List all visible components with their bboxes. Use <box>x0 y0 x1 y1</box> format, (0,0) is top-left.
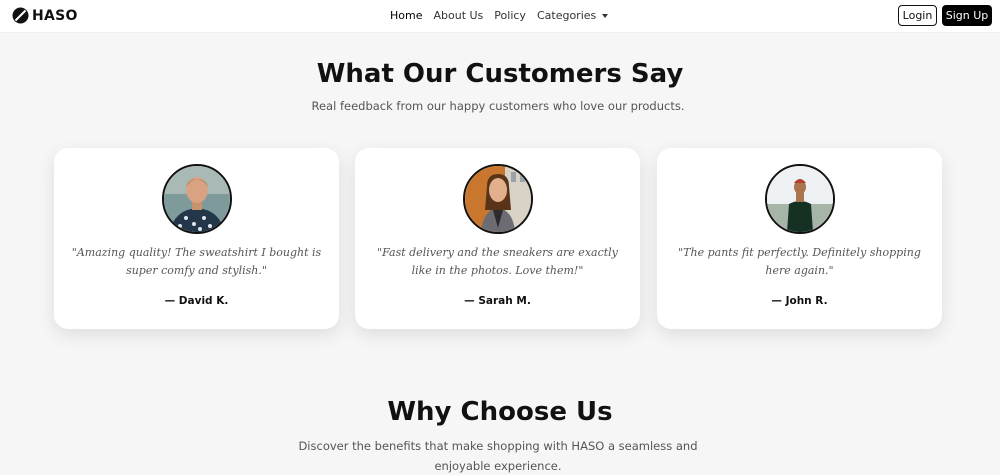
avatar <box>765 164 835 234</box>
testimonial-quote: "Fast delivery and the sneakers are exac… <box>377 246 618 277</box>
testimonial-card: "Fast delivery and the sneakers are exac… <box>355 148 640 329</box>
why-choose-subtitle-wrap: Discover the benefits that make shopping… <box>0 436 996 475</box>
customer-photo <box>465 166 531 232</box>
testimonial-card: "Amazing quality! The sweatshirt I bough… <box>54 148 339 329</box>
avatar <box>162 164 232 234</box>
testimonial-author: — John R. <box>771 295 828 307</box>
logo-icon <box>12 7 29 24</box>
nav-link-policy[interactable]: Policy <box>494 9 526 22</box>
testimonial-quote: "The pants fit perfectly. Definitely sho… <box>678 246 921 277</box>
brand-logo[interactable]: HASO <box>12 7 78 24</box>
login-button[interactable]: Login <box>898 5 937 26</box>
testimonials-subtitle: Real feedback from our happy customers w… <box>311 99 685 113</box>
why-choose-subtitle: Discover the benefits that make shopping… <box>298 439 698 473</box>
testimonials-title: What Our Customers Say <box>316 59 684 89</box>
categories-label: Categories <box>536 9 597 22</box>
testimonial-author: — Sarah M. <box>464 295 531 307</box>
testimonial-author: — David K. <box>164 295 229 307</box>
nav-link-about-us[interactable]: About Us <box>433 9 483 22</box>
brand-name: HASO <box>32 7 78 24</box>
testimonial-card: "The pants fit perfectly. Definitely sho… <box>657 148 942 329</box>
signup-button[interactable]: Sign Up <box>942 5 992 26</box>
categories-dropdown[interactable]: Categories <box>536 9 609 22</box>
nav-links: Home About Us Policy Categories <box>390 9 609 22</box>
caret-down-icon <box>602 14 609 18</box>
navbar: HASO Home About Us Policy Categories Log… <box>0 0 1000 33</box>
customer-photo <box>767 166 833 232</box>
why-choose-title: Why Choose Us <box>387 397 613 427</box>
customer-photo <box>164 166 230 232</box>
testimonial-quote: "Amazing quality! The sweatshirt I bough… <box>71 246 322 277</box>
avatar <box>463 164 533 234</box>
nav-link-home[interactable]: Home <box>390 9 422 22</box>
